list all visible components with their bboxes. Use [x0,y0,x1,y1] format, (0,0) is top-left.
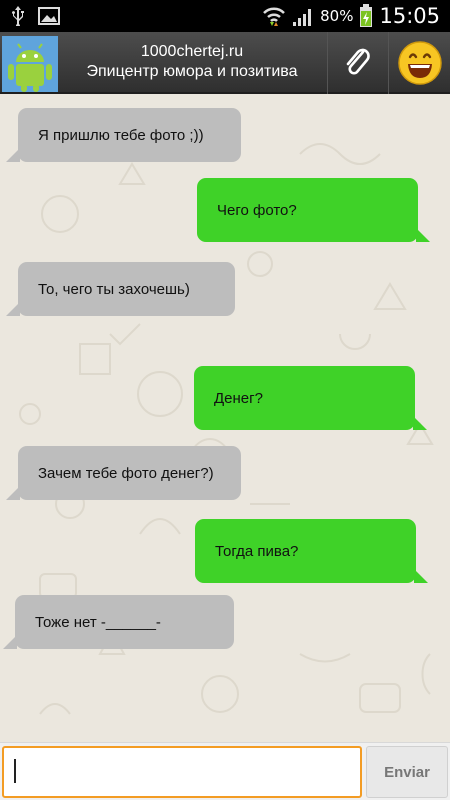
message-input[interactable] [2,746,362,798]
paperclip-icon [346,48,370,75]
bubble-tail [416,228,430,242]
incoming-message[interactable]: Тоже нет -______- [15,595,234,649]
usb-icon [12,6,24,26]
message-text: Зачем тебе фото денег?) [38,464,214,482]
message-text: Денег? [214,389,263,407]
divider [327,32,328,94]
message-text: Чего фото? [217,201,297,219]
wifi-icon [263,7,286,26]
message-text: То, чего ты захочешь) [38,280,190,298]
bubble-tail [414,569,428,583]
status-bar: 80% 15:05 [0,0,450,32]
outgoing-message[interactable]: Тогда пива? [195,519,416,583]
message-text: Я пришлю тебе фото ;)) [38,126,204,144]
image-icon [38,7,60,25]
outgoing-message[interactable]: Чего фото? [197,178,418,242]
text-cursor [14,759,16,783]
bubble-tail [413,416,427,430]
conversation-header: 1000chertej.ru Эпицентр юмора и позитива [0,32,450,94]
clock: 15:05 [379,4,440,28]
battery-percent: 80% [320,7,354,25]
outgoing-message[interactable]: Денег? [194,366,415,430]
message-text: Тоже нет -______- [35,613,161,631]
contact-status: Эпицентр юмора и позитива [86,63,298,80]
message-text: Тогда пива? [215,542,299,560]
chat-area[interactable]: Я пришлю тебе фото ;)) Чего фото? То, чего… [0,94,450,742]
emoji-button[interactable] [390,32,450,94]
divider [388,32,389,94]
send-button[interactable]: Enviar [366,746,448,798]
attach-button[interactable] [330,32,386,94]
android-robot-icon [2,36,58,92]
composer: Enviar [0,742,450,800]
incoming-message[interactable]: То, чего ты захочешь) [18,262,235,316]
contact-avatar[interactable] [2,36,58,92]
signal-icon [293,9,312,26]
smiley-icon [398,41,442,85]
battery-charging-icon [360,4,373,27]
incoming-message[interactable]: Зачем тебе фото денег?) [18,446,241,500]
contact-name: 1000chertej.ru [140,43,244,60]
conversation-title[interactable]: 1000chertej.ru Эпицентр юмора и позитива [58,32,326,94]
incoming-message[interactable]: Я пришлю тебе фото ;)) [18,108,241,162]
